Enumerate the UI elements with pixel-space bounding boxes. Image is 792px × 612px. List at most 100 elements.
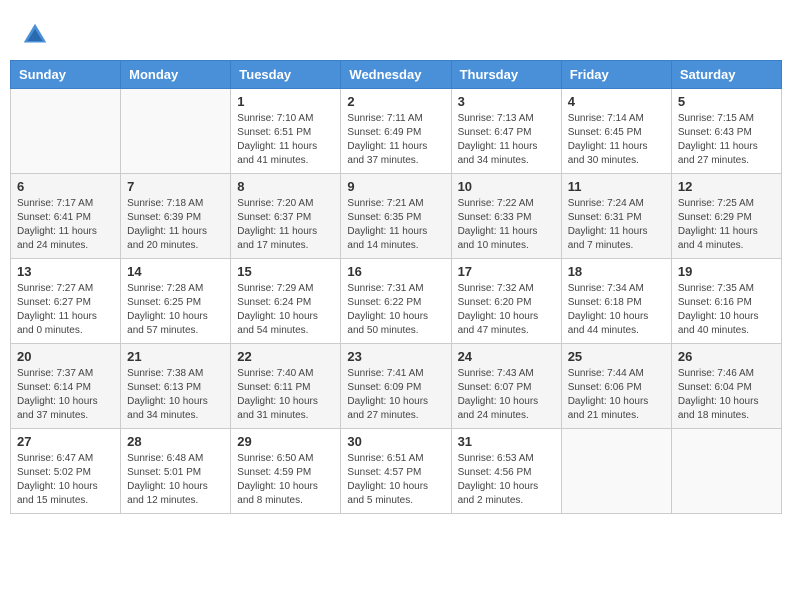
calendar-cell: 15 Sunrise: 7:29 AM Sunset: 6:24 PM Dayli… (231, 259, 341, 344)
calendar-cell: 8Sunrise: 7:20 AM Sunset: 6:37 PM Daylig… (231, 174, 341, 259)
calendar-cell: 10 Sunrise: 7:22 AM Sunset: 6:33 PM Dayli… (451, 174, 561, 259)
day-number: 31 (458, 434, 555, 449)
day-info: Sunrise: 7:46 AM Sunset: 6:04 PM Dayligh… (678, 367, 775, 423)
day-info: Sunrise: 7:41 AM Sunset: 6:09 PM Dayligh… (347, 367, 444, 423)
calendar-cell: 16 Sunrise: 7:31 AM Sunset: 6:22 PM Dayli… (341, 259, 451, 344)
weekday-header: Thursday (451, 61, 561, 89)
day-info: Sunrise: 6:48 AM Sunset: 5:01 PM Dayligh… (127, 452, 224, 508)
calendar-cell: 24 Sunrise: 7:43 AM Sunset: 6:07 PM Dayli… (451, 344, 561, 429)
calendar-cell: 9 Sunrise: 7:21 AM Sunset: 6:35 PM Daylig… (341, 174, 451, 259)
calendar-week-row: 1 Sunrise: 7:10 AM Sunset: 6:51 PM Daylig… (11, 89, 782, 174)
weekday-header: Saturday (671, 61, 781, 89)
day-number: 9 (347, 179, 444, 194)
day-info: Sunrise: 7:20 AM Sunset: 6:37 PM Dayligh… (237, 197, 334, 253)
weekday-header: Friday (561, 61, 671, 89)
day-number: 20 (17, 349, 114, 364)
calendar-cell: 21Sunrise: 7:38 AM Sunset: 6:13 PM Dayli… (121, 344, 231, 429)
day-info: Sunrise: 7:21 AM Sunset: 6:35 PM Dayligh… (347, 197, 444, 253)
day-info: Sunrise: 7:44 AM Sunset: 6:06 PM Dayligh… (568, 367, 665, 423)
day-number: 22 (237, 349, 334, 364)
calendar-cell: 6 Sunrise: 7:17 AM Sunset: 6:41 PM Daylig… (11, 174, 121, 259)
calendar-cell: 3 Sunrise: 7:13 AM Sunset: 6:47 PM Daylig… (451, 89, 561, 174)
day-info: Sunrise: 6:50 AM Sunset: 4:59 PM Dayligh… (237, 452, 334, 508)
day-number: 13 (17, 264, 114, 279)
day-info: Sunrise: 7:28 AM Sunset: 6:25 PM Dayligh… (127, 282, 224, 338)
day-info: Sunrise: 7:18 AM Sunset: 6:39 PM Dayligh… (127, 197, 224, 253)
page-header (10, 10, 782, 55)
day-info: Sunrise: 7:11 AM Sunset: 6:49 PM Dayligh… (347, 112, 444, 168)
calendar-cell: 28 Sunrise: 6:48 AM Sunset: 5:01 PM Dayli… (121, 429, 231, 514)
calendar-cell: 29Sunrise: 6:50 AM Sunset: 4:59 PM Dayli… (231, 429, 341, 514)
day-number: 24 (458, 349, 555, 364)
day-info: Sunrise: 6:47 AM Sunset: 5:02 PM Dayligh… (17, 452, 114, 508)
day-info: Sunrise: 7:32 AM Sunset: 6:20 PM Dayligh… (458, 282, 555, 338)
day-info: Sunrise: 7:15 AM Sunset: 6:43 PM Dayligh… (678, 112, 775, 168)
calendar-cell: 30 Sunrise: 6:51 AM Sunset: 4:57 PM Dayli… (341, 429, 451, 514)
calendar-cell: 22 Sunrise: 7:40 AM Sunset: 6:11 PM Dayli… (231, 344, 341, 429)
day-number: 1 (237, 94, 334, 109)
calendar-cell: 12 Sunrise: 7:25 AM Sunset: 6:29 PM Dayli… (671, 174, 781, 259)
calendar-week-row: 13 Sunrise: 7:27 AM Sunset: 6:27 PM Dayli… (11, 259, 782, 344)
day-info: Sunrise: 7:27 AM Sunset: 6:27 PM Dayligh… (17, 282, 114, 338)
day-info: Sunrise: 7:43 AM Sunset: 6:07 PM Dayligh… (458, 367, 555, 423)
day-number: 30 (347, 434, 444, 449)
calendar-cell: 5 Sunrise: 7:15 AM Sunset: 6:43 PM Daylig… (671, 89, 781, 174)
logo-icon (20, 20, 50, 50)
calendar-cell: 11 Sunrise: 7:24 AM Sunset: 6:31 PM Dayli… (561, 174, 671, 259)
day-number: 2 (347, 94, 444, 109)
day-number: 10 (458, 179, 555, 194)
day-number: 18 (568, 264, 665, 279)
day-info: Sunrise: 7:34 AM Sunset: 6:18 PM Dayligh… (568, 282, 665, 338)
day-number: 15 (237, 264, 334, 279)
calendar-cell: 14Sunrise: 7:28 AM Sunset: 6:25 PM Dayli… (121, 259, 231, 344)
calendar-cell (11, 89, 121, 174)
calendar-cell: 20 Sunrise: 7:37 AM Sunset: 6:14 PM Dayli… (11, 344, 121, 429)
day-info: Sunrise: 6:51 AM Sunset: 4:57 PM Dayligh… (347, 452, 444, 508)
calendar-cell: 18 Sunrise: 7:34 AM Sunset: 6:18 PM Dayli… (561, 259, 671, 344)
day-number: 5 (678, 94, 775, 109)
day-info: Sunrise: 7:14 AM Sunset: 6:45 PM Dayligh… (568, 112, 665, 168)
day-number: 21 (127, 349, 224, 364)
day-number: 11 (568, 179, 665, 194)
calendar-cell: 2 Sunrise: 7:11 AM Sunset: 6:49 PM Daylig… (341, 89, 451, 174)
day-info: Sunrise: 7:22 AM Sunset: 6:33 PM Dayligh… (458, 197, 555, 253)
weekday-header: Tuesday (231, 61, 341, 89)
day-number: 28 (127, 434, 224, 449)
day-number: 17 (458, 264, 555, 279)
calendar-cell: 1 Sunrise: 7:10 AM Sunset: 6:51 PM Daylig… (231, 89, 341, 174)
day-info: Sunrise: 7:13 AM Sunset: 6:47 PM Dayligh… (458, 112, 555, 168)
logo (20, 20, 54, 50)
day-info: Sunrise: 7:35 AM Sunset: 6:16 PM Dayligh… (678, 282, 775, 338)
calendar-cell (121, 89, 231, 174)
calendar-week-row: 20 Sunrise: 7:37 AM Sunset: 6:14 PM Dayli… (11, 344, 782, 429)
day-info: Sunrise: 7:10 AM Sunset: 6:51 PM Dayligh… (237, 112, 334, 168)
day-number: 12 (678, 179, 775, 194)
day-info: Sunrise: 7:40 AM Sunset: 6:11 PM Dayligh… (237, 367, 334, 423)
day-number: 27 (17, 434, 114, 449)
day-info: Sunrise: 7:24 AM Sunset: 6:31 PM Dayligh… (568, 197, 665, 253)
day-number: 7 (127, 179, 224, 194)
calendar-cell: 13 Sunrise: 7:27 AM Sunset: 6:27 PM Dayli… (11, 259, 121, 344)
day-number: 19 (678, 264, 775, 279)
calendar-cell: 7 Sunrise: 7:18 AM Sunset: 6:39 PM Daylig… (121, 174, 231, 259)
calendar-cell: 31Sunrise: 6:53 AM Sunset: 4:56 PM Dayli… (451, 429, 561, 514)
day-info: Sunrise: 7:31 AM Sunset: 6:22 PM Dayligh… (347, 282, 444, 338)
calendar-cell: 4 Sunrise: 7:14 AM Sunset: 6:45 PM Daylig… (561, 89, 671, 174)
calendar-cell (561, 429, 671, 514)
weekday-header: Wednesday (341, 61, 451, 89)
day-number: 4 (568, 94, 665, 109)
day-info: Sunrise: 7:17 AM Sunset: 6:41 PM Dayligh… (17, 197, 114, 253)
calendar-cell: 27 Sunrise: 6:47 AM Sunset: 5:02 PM Dayli… (11, 429, 121, 514)
day-info: Sunrise: 7:29 AM Sunset: 6:24 PM Dayligh… (237, 282, 334, 338)
calendar-cell (671, 429, 781, 514)
day-info: Sunrise: 7:37 AM Sunset: 6:14 PM Dayligh… (17, 367, 114, 423)
day-number: 6 (17, 179, 114, 194)
day-number: 23 (347, 349, 444, 364)
day-number: 25 (568, 349, 665, 364)
day-number: 3 (458, 94, 555, 109)
weekday-header-row: SundayMondayTuesdayWednesdayThursdayFrid… (11, 61, 782, 89)
day-number: 16 (347, 264, 444, 279)
calendar-cell: 25 Sunrise: 7:44 AM Sunset: 6:06 PM Dayli… (561, 344, 671, 429)
day-info: Sunrise: 7:25 AM Sunset: 6:29 PM Dayligh… (678, 197, 775, 253)
day-number: 26 (678, 349, 775, 364)
